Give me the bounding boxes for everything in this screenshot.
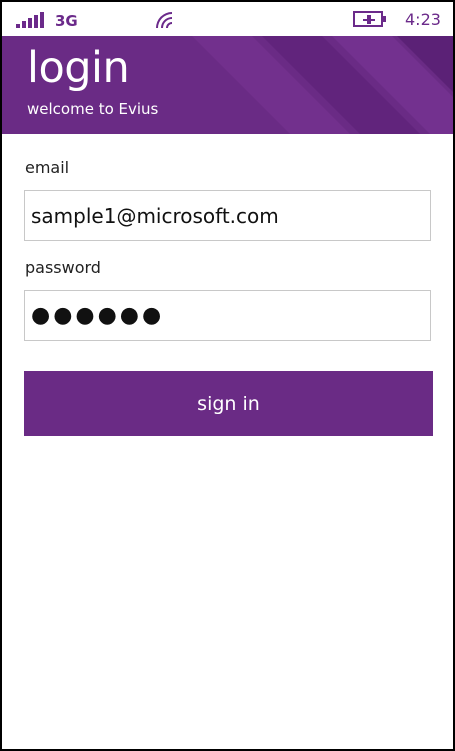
page-subtitle: welcome to Evius (27, 100, 159, 118)
password-label: password (25, 258, 101, 277)
phone-frame: 3G 4:23 login welcome to Evius email pas… (0, 0, 455, 751)
status-bar: 3G 4:23 (2, 2, 453, 36)
battery-charging-icon (353, 11, 386, 27)
wifi-icon (156, 12, 172, 28)
email-field[interactable] (24, 190, 431, 241)
sign-in-button[interactable]: sign in (24, 371, 433, 436)
password-field[interactable] (24, 290, 431, 341)
email-label: email (25, 158, 70, 177)
clock: 4:23 (405, 10, 441, 29)
network-type: 3G (55, 12, 78, 30)
page-title: login (27, 43, 130, 93)
signal-bars-icon (16, 12, 44, 28)
